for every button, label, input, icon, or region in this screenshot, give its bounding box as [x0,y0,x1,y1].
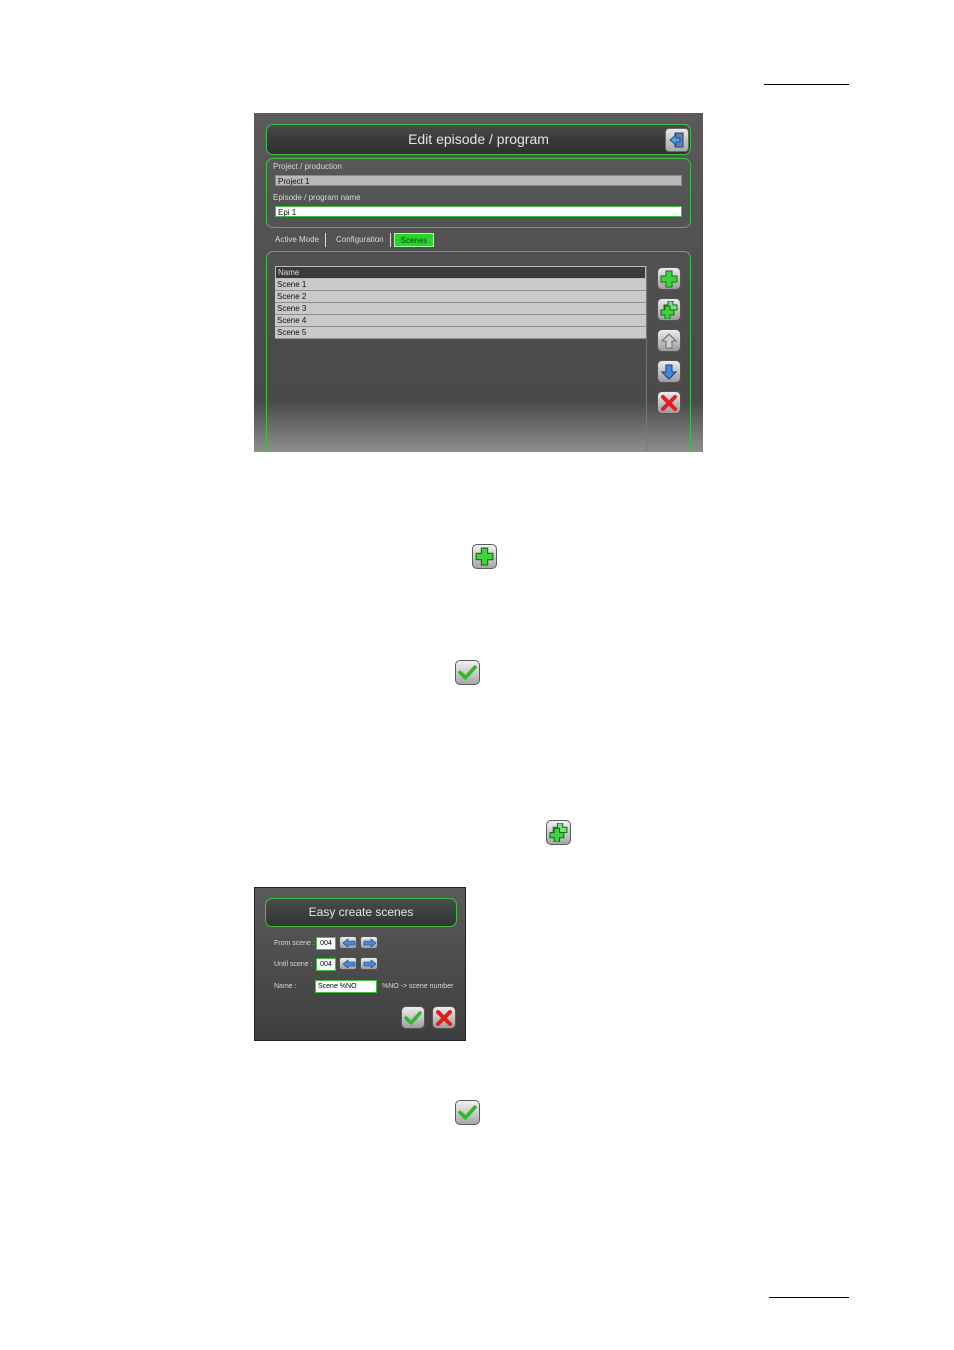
move-down-icon [660,364,678,380]
scene-table: Name Scene 1 Scene 2 Scene 3 Scene 4 Sce… [275,266,646,452]
header-rule [764,84,849,85]
exit-button[interactable] [665,128,689,152]
confirm-icon [404,1011,422,1025]
add-multiple-button-inline [546,820,571,845]
project-label: Project / production [273,162,342,171]
add-scene-button[interactable] [657,267,681,290]
arrow-left-icon [342,959,356,969]
move-up-icon [660,333,678,349]
from-increase-button[interactable] [360,936,378,949]
name-label: Name : [274,983,297,990]
window-title: Edit episode / program [266,124,691,155]
name-hint: %NO -> scene number [382,983,454,990]
arrow-right-icon [363,938,377,948]
episode-label: Episode / program name [273,193,361,202]
cancel-button[interactable] [432,1006,456,1029]
name-pattern-field[interactable]: Scene %NO [315,980,377,993]
table-row[interactable]: Scene 2 [275,291,646,303]
edit-episode-window: Edit episode / program Project / product… [254,113,703,452]
dialog-title: Easy create scenes [265,898,457,927]
table-row[interactable]: Scene 3 [275,303,646,315]
arrow-left-icon [342,938,356,948]
confirm-icon [458,1105,477,1120]
easy-create-dialog: Easy create scenes From scene : 004 Unti… [254,887,466,1041]
add-icon [660,270,678,288]
table-divider [646,266,647,452]
move-down-button[interactable] [657,360,681,383]
tab-bar: Active Mode Configuration Scenes [269,233,435,247]
episode-name-field[interactable]: Epi 1 [275,206,682,217]
add-multiple-scenes-button[interactable] [657,298,681,321]
delete-scene-button[interactable] [657,391,681,414]
add-scene-button-inline [472,544,497,569]
confirm-button-inline [455,1100,480,1125]
add-icon [475,547,494,566]
footer-rule [769,1297,849,1298]
table-header: Name [275,266,646,279]
delete-icon [661,395,677,411]
tab-scenes[interactable]: Scenes [393,233,435,247]
until-scene-label: Until scene : [274,961,313,968]
cancel-icon [436,1010,452,1026]
table-row[interactable]: Scene 1 [275,279,646,291]
tab-configuration[interactable]: Configuration [330,233,391,247]
from-scene-label: From scene : [274,940,315,947]
add-multiple-icon [660,301,678,319]
confirm-button-inline [455,660,480,685]
until-decrease-button[interactable] [339,957,357,970]
from-decrease-button[interactable] [339,936,357,949]
add-multiple-icon [549,823,568,842]
project-field[interactable]: Project 1 [275,175,682,186]
confirm-icon [458,665,477,680]
from-scene-field[interactable]: 004 [316,937,336,950]
until-scene-field[interactable]: 004 [316,958,336,971]
confirm-button[interactable] [401,1006,425,1029]
tab-active-mode[interactable]: Active Mode [269,233,327,247]
table-row[interactable]: Scene 5 [275,327,646,339]
exit-icon [669,132,684,148]
table-row[interactable]: Scene 4 [275,315,646,327]
arrow-right-icon [363,959,377,969]
until-increase-button[interactable] [360,957,378,970]
move-up-button[interactable] [657,329,681,352]
